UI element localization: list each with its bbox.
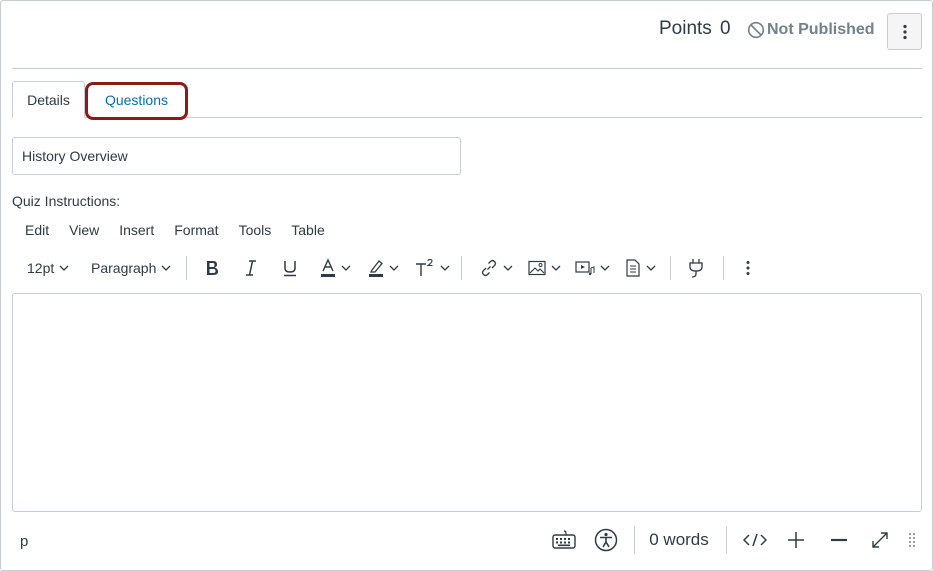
tab-details[interactable]: Details (12, 81, 85, 118)
more-toolbar-button[interactable] (746, 254, 750, 282)
editor-menubar: Edit View Insert Format Tools Table (14, 219, 335, 241)
word-count-text: 0 words (649, 530, 709, 549)
zoom-in-icon (788, 532, 804, 548)
superscript-button[interactable] (415, 254, 450, 282)
menu-insert[interactable]: Insert (109, 219, 164, 241)
statusbar-divider (634, 526, 635, 554)
tab-questions[interactable]: Questions (86, 81, 187, 118)
menu-format[interactable]: Format (164, 219, 228, 241)
underline-icon (284, 261, 296, 277)
chevron-down-icon (341, 265, 351, 271)
points-value: 0 (720, 18, 731, 39)
resize-handle[interactable] (906, 526, 918, 554)
toolbar-divider (670, 256, 671, 280)
keyboard-icon (552, 530, 576, 549)
options-button[interactable] (887, 13, 922, 50)
text-color-button[interactable] (320, 254, 351, 282)
chevron-down-icon (646, 265, 656, 271)
statusbar-divider (726, 526, 727, 554)
quiz-editor-panel: Points 0 Not Published Details Questions… (0, 0, 933, 571)
text-color-icon (321, 258, 335, 277)
zoom-out-button[interactable] (827, 526, 851, 554)
link-button[interactable] (480, 254, 513, 282)
toolbar-divider (461, 256, 462, 280)
fullscreen-button[interactable] (868, 526, 892, 554)
chevron-down-icon (503, 265, 513, 271)
chevron-down-icon (551, 265, 561, 271)
italic-button[interactable] (244, 254, 258, 282)
font-size-value: 12pt (27, 260, 55, 276)
header-divider (12, 68, 922, 69)
quiz-tabs: Details Questions (12, 81, 922, 118)
image-icon (528, 260, 546, 276)
document-icon (626, 259, 640, 277)
menu-view[interactable]: View (59, 219, 109, 241)
quiz-title-input[interactable] (12, 137, 461, 175)
menu-edit[interactable]: Edit (14, 219, 59, 241)
chevron-down-icon (600, 265, 610, 271)
underline-button[interactable] (282, 254, 298, 282)
document-button[interactable] (625, 254, 656, 282)
quiz-header: Points 0 Not Published (1, 1, 932, 61)
kebab-vertical-icon (902, 24, 907, 39)
resize-handle-icon (909, 533, 915, 547)
media-button[interactable] (575, 254, 610, 282)
quiz-instructions-label: Quiz Instructions: (12, 193, 121, 209)
accessibility-checker-button[interactable] (592, 526, 620, 554)
chevron-down-icon (440, 265, 450, 271)
plugin-icon (689, 259, 703, 278)
toolbar-divider (723, 256, 724, 280)
points-label: Points (659, 18, 712, 39)
editor-statusbar: p 0 words (12, 523, 922, 557)
html-editor-icon (743, 533, 767, 547)
publish-status[interactable]: Not Published (767, 21, 875, 39)
media-icon (575, 261, 595, 276)
rich-text-editor-area[interactable] (12, 293, 922, 512)
chevron-down-icon (59, 265, 69, 271)
bold-button[interactable] (204, 254, 220, 282)
image-button[interactable] (528, 254, 561, 282)
menu-table[interactable]: Table (281, 219, 334, 241)
fullscreen-icon (872, 532, 888, 548)
italic-icon (246, 260, 256, 276)
keyboard-shortcuts-button[interactable] (550, 526, 578, 554)
chevron-down-icon (389, 265, 399, 271)
not-published-icon (747, 21, 765, 39)
block-format-dropdown[interactable]: Paragraph (91, 254, 171, 282)
more-icon (746, 261, 750, 275)
block-format-value: Paragraph (91, 260, 157, 276)
apps-plugin-button[interactable] (687, 254, 705, 282)
html-editor-button[interactable] (740, 526, 770, 554)
link-icon (481, 259, 497, 277)
word-count[interactable]: 0 words (644, 526, 714, 554)
font-size-dropdown[interactable]: 12pt (27, 254, 69, 282)
chevron-down-icon (161, 265, 171, 271)
bold-icon (207, 261, 218, 275)
editor-toolbar: 12pt Paragraph (14, 254, 924, 282)
menu-tools[interactable]: Tools (229, 219, 282, 241)
toolbar-divider (186, 256, 187, 280)
accessibility-icon (594, 528, 618, 552)
highlight-color-icon (369, 260, 383, 277)
element-path[interactable]: p (20, 533, 28, 550)
superscript-icon (416, 259, 433, 276)
zoom-in-button[interactable] (784, 526, 808, 554)
zoom-out-icon (831, 538, 847, 542)
highlight-color-button[interactable] (368, 254, 399, 282)
